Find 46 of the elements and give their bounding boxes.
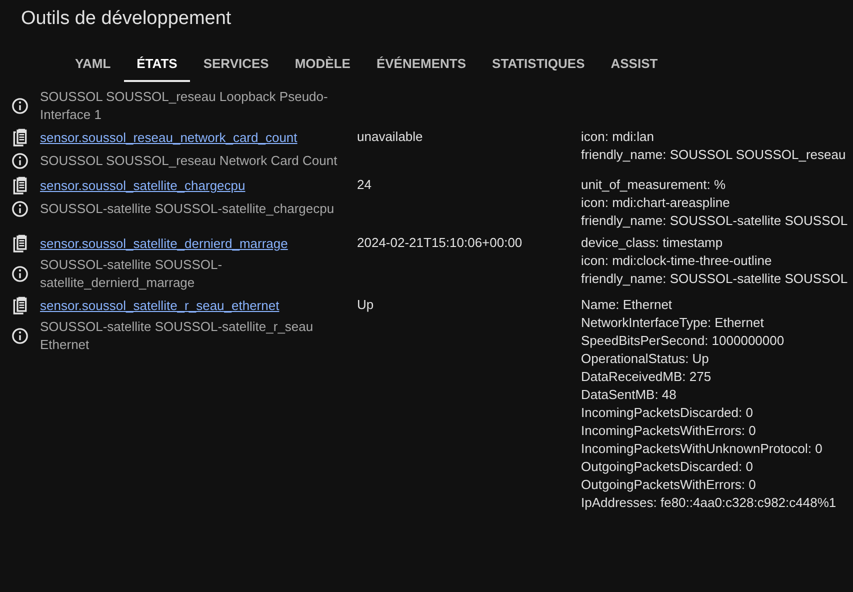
attribute-line: device_class: timestamp (581, 234, 724, 252)
info-icon[interactable] (10, 326, 30, 346)
attribute-line: friendly_name: SOUSSOL-satellite SOUSSOL (581, 212, 849, 230)
attribute-line: unit_of_measurement: % (581, 176, 727, 194)
tab[interactable]: STATISTIQUES (479, 56, 598, 82)
state-value: unavailable (357, 129, 423, 144)
page-title: Outils de développement (20, 7, 232, 31)
entity-id-link[interactable]: sensor.soussol_satellite_dernierd_marrage (40, 234, 288, 251)
friendly-name: SOUSSOL-satellite SOUSSOL-satellite_chargecpu (40, 200, 336, 218)
attribute-line: OperationalStatus: Up (581, 350, 710, 368)
attribute-line: OutgoingPacketsDiscarded: 0 (581, 458, 754, 476)
state-value: 24 (357, 177, 372, 192)
tab[interactable]: ASSIST (598, 56, 671, 82)
info-icon[interactable] (10, 151, 30, 171)
attribute-line: icon: mdi:chart-areaspline (581, 194, 731, 212)
attribute-line: NetworkInterfaceType: Ethernet (581, 314, 765, 332)
friendly-name: SOUSSOL-satellite SOUSSOL-satellite_r_seau Ethernet (40, 318, 314, 354)
tab[interactable]: ÉTATS (124, 56, 190, 82)
attribute-line: DataReceivedMB: 275 (581, 368, 712, 386)
friendly-name: SOUSSOL SOUSSOL_reseau Network Card Count (40, 152, 338, 170)
entity-id-link[interactable]: sensor.soussol_satellite_chargecpu (40, 176, 246, 193)
attribute-line: IpAddresses: fe80::4aa0:c328:c982:c448%1 (581, 494, 838, 512)
attribute-line: IncomingPacketsWithErrors: 0 (581, 422, 757, 440)
tab[interactable]: SERVICES (190, 56, 282, 82)
entity-id-link[interactable]: sensor.soussol_satellite_r_seau_ethernet (40, 296, 280, 313)
attribute-line: IncomingPacketsWithUnknownProtocol: 0 (581, 440, 824, 458)
state-value: 2024-02-21T15:10:06+00:00 (357, 235, 522, 250)
tab[interactable]: ÉVÉNEMENTS (363, 56, 480, 82)
attribute-line: OutgoingPacketsWithErrors: 0 (581, 476, 757, 494)
attribute-line: IncomingPacketsDiscarded: 0 (581, 404, 754, 422)
entity-id-link[interactable]: sensor.soussol_reseau_network_card_count (40, 128, 298, 145)
attribute-line: SpeedBitsPerSecond: 1000000000 (581, 332, 786, 350)
attribute-line: friendly_name: SOUSSOL-satellite SOUSSOL (581, 270, 849, 288)
info-icon[interactable] (10, 96, 30, 116)
tab[interactable]: YAML (62, 56, 124, 82)
tab[interactable]: MODÈLE (282, 56, 364, 82)
attribute-line: icon: mdi:clock-time-three-outline (581, 252, 773, 270)
attribute-line: DataSentMB: 48 (581, 386, 678, 404)
attribute-line: friendly_name: SOUSSOL SOUSSOL_reseau (581, 146, 847, 164)
info-icon[interactable] (10, 264, 30, 284)
friendly-name: SOUSSOL SOUSSOL_reseau Loopback Pseudo-Interface 1 (40, 88, 329, 124)
attribute-line: Name: Ethernet (581, 296, 674, 314)
friendly-name: SOUSSOL-satellite SOUSSOL-satellite_dernierd_marrage (40, 256, 224, 292)
state-value: Up (357, 297, 374, 312)
attribute-line: icon: mdi:lan (581, 128, 655, 146)
info-icon[interactable] (10, 199, 30, 219)
